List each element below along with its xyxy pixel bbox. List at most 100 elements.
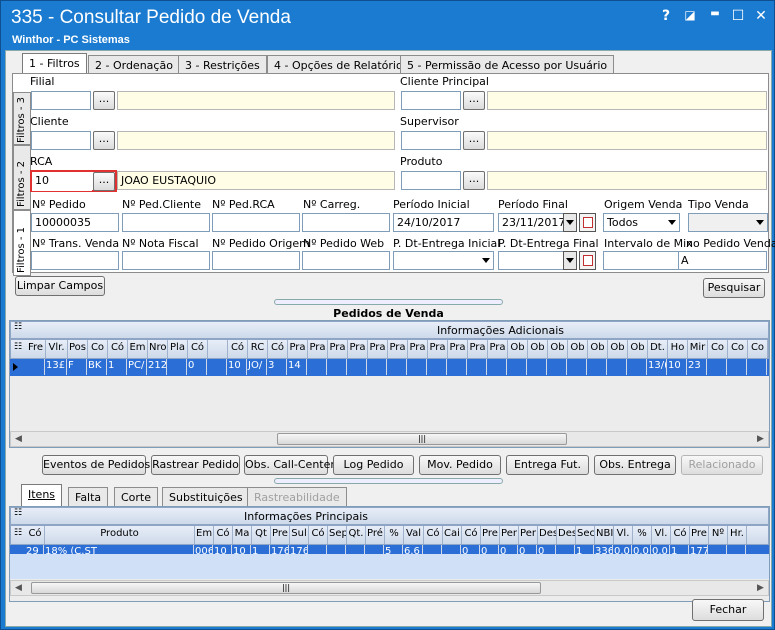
tab-restricoes[interactable]: 3 - Restrições bbox=[178, 55, 267, 74]
column-header[interactable]: Pra bbox=[368, 340, 388, 358]
column-header[interactable]: Ob bbox=[588, 340, 608, 358]
ntrans-input[interactable] bbox=[31, 251, 119, 270]
column-header[interactable]: Pra bbox=[468, 340, 488, 358]
column-header[interactable]: Des bbox=[557, 526, 576, 544]
edit-icon[interactable]: ◪ bbox=[681, 8, 699, 22]
cliente-lookup-button[interactable]: ... bbox=[93, 131, 115, 150]
rastrear-pedido-button[interactable]: Rastrear Pedido bbox=[151, 455, 240, 475]
column-header[interactable]: Fre bbox=[26, 340, 46, 358]
scroll-thumb[interactable]: ||| bbox=[277, 433, 567, 445]
pdt-final-dropdown[interactable] bbox=[563, 251, 577, 270]
column-header[interactable]: Ob bbox=[528, 340, 548, 358]
ncarreg-input[interactable] bbox=[302, 213, 390, 232]
rca-input[interactable]: 10 bbox=[32, 172, 92, 191]
column-header[interactable]: Ob bbox=[568, 340, 588, 358]
column-header[interactable]: Dt. bbox=[648, 340, 668, 358]
fechar-button[interactable]: Fechar bbox=[692, 599, 764, 621]
close-icon[interactable]: ✕ bbox=[752, 8, 770, 24]
column-header[interactable]: Pre bbox=[690, 526, 709, 544]
vtab-filtros-1[interactable]: Filtros - 1 bbox=[13, 210, 31, 276]
column-header[interactable]: Per bbox=[519, 526, 538, 544]
cliente-principal-lookup-button[interactable]: ... bbox=[463, 91, 485, 110]
column-header[interactable]: Ob bbox=[548, 340, 568, 358]
pesquisar-button[interactable]: Pesquisar bbox=[703, 278, 765, 298]
column-header[interactable]: Pre bbox=[481, 526, 500, 544]
origem-venda-select[interactable]: Todos bbox=[603, 213, 680, 232]
column-header[interactable]: Pra bbox=[388, 340, 408, 358]
column-header[interactable]: Nº bbox=[709, 526, 728, 544]
column-header[interactable]: Val bbox=[404, 526, 424, 544]
column-header[interactable]: Vl. bbox=[652, 526, 671, 544]
column-header[interactable]: Nro bbox=[148, 340, 168, 358]
column-header[interactable]: Có bbox=[26, 526, 45, 544]
column-header[interactable]: Co bbox=[748, 340, 768, 358]
tab-substituicoes[interactable]: Substituições bbox=[162, 487, 250, 506]
column-header[interactable]: Produto bbox=[45, 526, 195, 544]
column-header[interactable]: Ob bbox=[608, 340, 628, 358]
column-header[interactable]: Có bbox=[188, 340, 208, 358]
column-header[interactable]: Mir bbox=[688, 340, 708, 358]
tab-opcoes-relatorio[interactable]: 4 - Opções de Relatório bbox=[267, 55, 410, 74]
calendar-icon[interactable] bbox=[579, 213, 596, 232]
column-header[interactable]: Qt. bbox=[347, 526, 366, 544]
scroll-left-icon[interactable]: ◀ bbox=[15, 434, 22, 444]
eventos-pedidos-button[interactable]: Eventos de Pedidos bbox=[42, 455, 150, 475]
mov-pedido-button[interactable]: Mov. Pedido bbox=[419, 455, 501, 475]
pedidos-hscrollbar[interactable]: ◀ ||| ▶ bbox=[10, 431, 769, 447]
grid-menu-icon[interactable]: ☷ bbox=[11, 528, 25, 538]
npedido-input[interactable]: 10000035 bbox=[31, 213, 119, 232]
column-header[interactable]: Pra bbox=[428, 340, 448, 358]
column-header[interactable]: Pla bbox=[168, 340, 188, 358]
column-header[interactable]: Ob bbox=[508, 340, 528, 358]
supervisor-input[interactable] bbox=[401, 131, 461, 150]
help-icon[interactable]: ? bbox=[657, 8, 675, 24]
column-header[interactable]: Co bbox=[88, 340, 108, 358]
tab-falta[interactable]: Falta bbox=[68, 487, 109, 506]
scroll-right-icon[interactable]: ▶ bbox=[757, 583, 764, 593]
column-header[interactable]: Ob bbox=[628, 340, 648, 358]
column-header[interactable]: Qt bbox=[252, 526, 271, 544]
supervisor-lookup-button[interactable]: ... bbox=[463, 131, 485, 150]
column-header[interactable]: Pra bbox=[488, 340, 508, 358]
column-header[interactable]: Em bbox=[195, 526, 214, 544]
column-header[interactable]: % bbox=[385, 526, 404, 544]
log-pedido-button[interactable]: Log Pedido bbox=[333, 455, 414, 475]
tab-filtros[interactable]: 1 - Filtros bbox=[22, 53, 87, 75]
npedweb-input[interactable] bbox=[302, 251, 390, 270]
obs-entrega-button[interactable]: Obs. Entrega bbox=[594, 455, 676, 475]
intervalo-mix-input[interactable] bbox=[603, 251, 687, 270]
entrega-fut-button[interactable]: Entrega Fut. bbox=[506, 455, 589, 475]
grid-menu-icon[interactable]: ☷ bbox=[11, 342, 25, 352]
npedrca-input[interactable] bbox=[212, 213, 300, 232]
rca-lookup-button[interactable]: ... bbox=[93, 172, 115, 191]
column-header[interactable]: % bbox=[633, 526, 652, 544]
tab-permissao[interactable]: 5 - Permissão de Acesso por Usuário bbox=[400, 55, 615, 74]
column-header[interactable]: Cai bbox=[443, 526, 462, 544]
scroll-left-icon[interactable]: ◀ bbox=[15, 583, 22, 593]
splitter-handle[interactable] bbox=[274, 478, 503, 484]
column-header[interactable]: Des bbox=[538, 526, 557, 544]
limpar-campos-button[interactable]: Limpar Campos bbox=[15, 276, 105, 296]
scroll-right-icon[interactable]: ▶ bbox=[757, 434, 764, 444]
filial-input[interactable] bbox=[31, 91, 91, 110]
column-header[interactable]: Per bbox=[500, 526, 519, 544]
column-header[interactable]: Sul bbox=[290, 526, 309, 544]
column-header[interactable]: Có bbox=[309, 526, 328, 544]
column-header[interactable]: Có bbox=[671, 526, 690, 544]
npedcliente-input[interactable] bbox=[122, 213, 210, 232]
nnota-input[interactable] bbox=[122, 251, 210, 270]
column-header[interactable]: Vl. bbox=[614, 526, 633, 544]
column-header[interactable]: Hr. bbox=[728, 526, 747, 544]
table-row[interactable]: 13£ F BK 1 PC/212 0 10 JO/3 14 13/(10 23 bbox=[10, 359, 769, 376]
column-header[interactable]: Có bbox=[228, 340, 248, 358]
tab-ordenacao[interactable]: 2 - Ordenação bbox=[88, 55, 180, 74]
filial-lookup-button[interactable]: ... bbox=[93, 91, 115, 110]
column-header[interactable]: Pra bbox=[288, 340, 308, 358]
column-header[interactable]: Ma bbox=[233, 526, 252, 544]
column-header[interactable] bbox=[208, 340, 228, 358]
column-header[interactable]: Pré bbox=[366, 526, 385, 544]
npedorigem-input[interactable] bbox=[212, 251, 300, 270]
column-header[interactable]: Pra bbox=[328, 340, 348, 358]
column-header[interactable]: Có bbox=[268, 340, 288, 358]
vtab-filtros-2[interactable]: Filtros - 2 bbox=[13, 145, 31, 210]
